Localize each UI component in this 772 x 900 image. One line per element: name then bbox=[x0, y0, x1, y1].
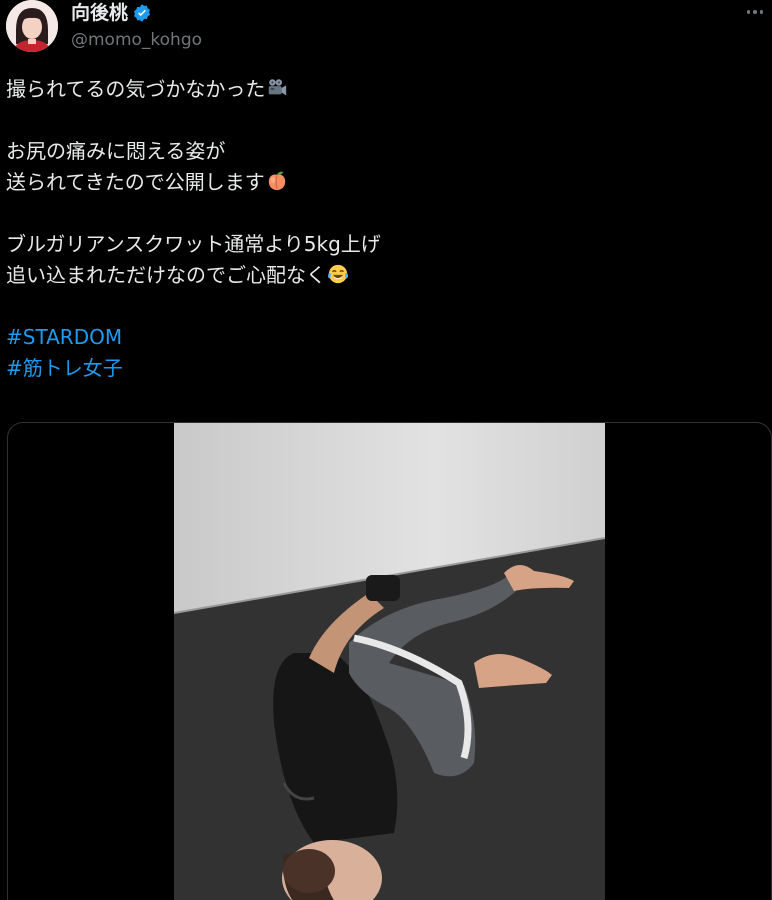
avatar-image bbox=[6, 0, 58, 52]
media-container bbox=[7, 422, 772, 900]
verified-badge-icon bbox=[134, 4, 151, 22]
tweet-line-text: 撮られてるの気づかなかった bbox=[6, 77, 266, 101]
hashtag-link[interactable]: #STARDOM bbox=[6, 325, 122, 349]
hashtag-link[interactable]: #筋トレ女子 bbox=[6, 356, 123, 380]
peach-icon bbox=[268, 171, 286, 191]
tweet-line: #STARDOM bbox=[6, 322, 756, 353]
tweet-line: 送られてきたので公開します bbox=[6, 167, 756, 198]
tweet-line: ブルガリアンスクワット通常より5kg上げ bbox=[6, 229, 756, 260]
tweet-line-text: ブルガリアンスクワット通常より5kg上げ bbox=[6, 232, 381, 256]
tweet: 向後桃 @momo_kohgo 撮られてるの気づかなかった お尻の痛みに悶える姿… bbox=[0, 0, 772, 900]
tears-of-joy-icon bbox=[328, 264, 348, 284]
display-name[interactable]: 向後桃 bbox=[71, 1, 128, 25]
more-options-button[interactable] bbox=[744, 2, 766, 22]
tweet-line-text: 追い込まれただけなのでご心配なく bbox=[6, 263, 326, 287]
video-player[interactable] bbox=[174, 423, 605, 900]
tweet-line: #筋トレ女子 bbox=[6, 353, 756, 384]
avatar[interactable] bbox=[6, 0, 58, 52]
author-name-row: 向後桃 bbox=[71, 0, 152, 26]
movie-camera-icon bbox=[269, 79, 287, 96]
dot-icon bbox=[759, 10, 764, 14]
tweet-text: 撮られてるの気づかなかった お尻の痛みに悶える姿が 送られてきたので公開します bbox=[6, 74, 756, 384]
tweet-line: 追い込まれただけなのでご心配なく bbox=[6, 260, 756, 291]
tweet-line-text: 送られてきたので公開します bbox=[6, 170, 265, 194]
tweet-line: お尻の痛みに悶える姿が bbox=[6, 136, 756, 167]
dot-icon bbox=[746, 10, 751, 14]
tweet-line-text: お尻の痛みに悶える姿が bbox=[6, 139, 226, 163]
dot-icon bbox=[753, 10, 757, 14]
tweet-line: 撮られてるの気づかなかった bbox=[6, 74, 756, 105]
author-handle[interactable]: @momo_kohgo bbox=[71, 29, 202, 51]
video-thumbnail bbox=[174, 423, 605, 900]
